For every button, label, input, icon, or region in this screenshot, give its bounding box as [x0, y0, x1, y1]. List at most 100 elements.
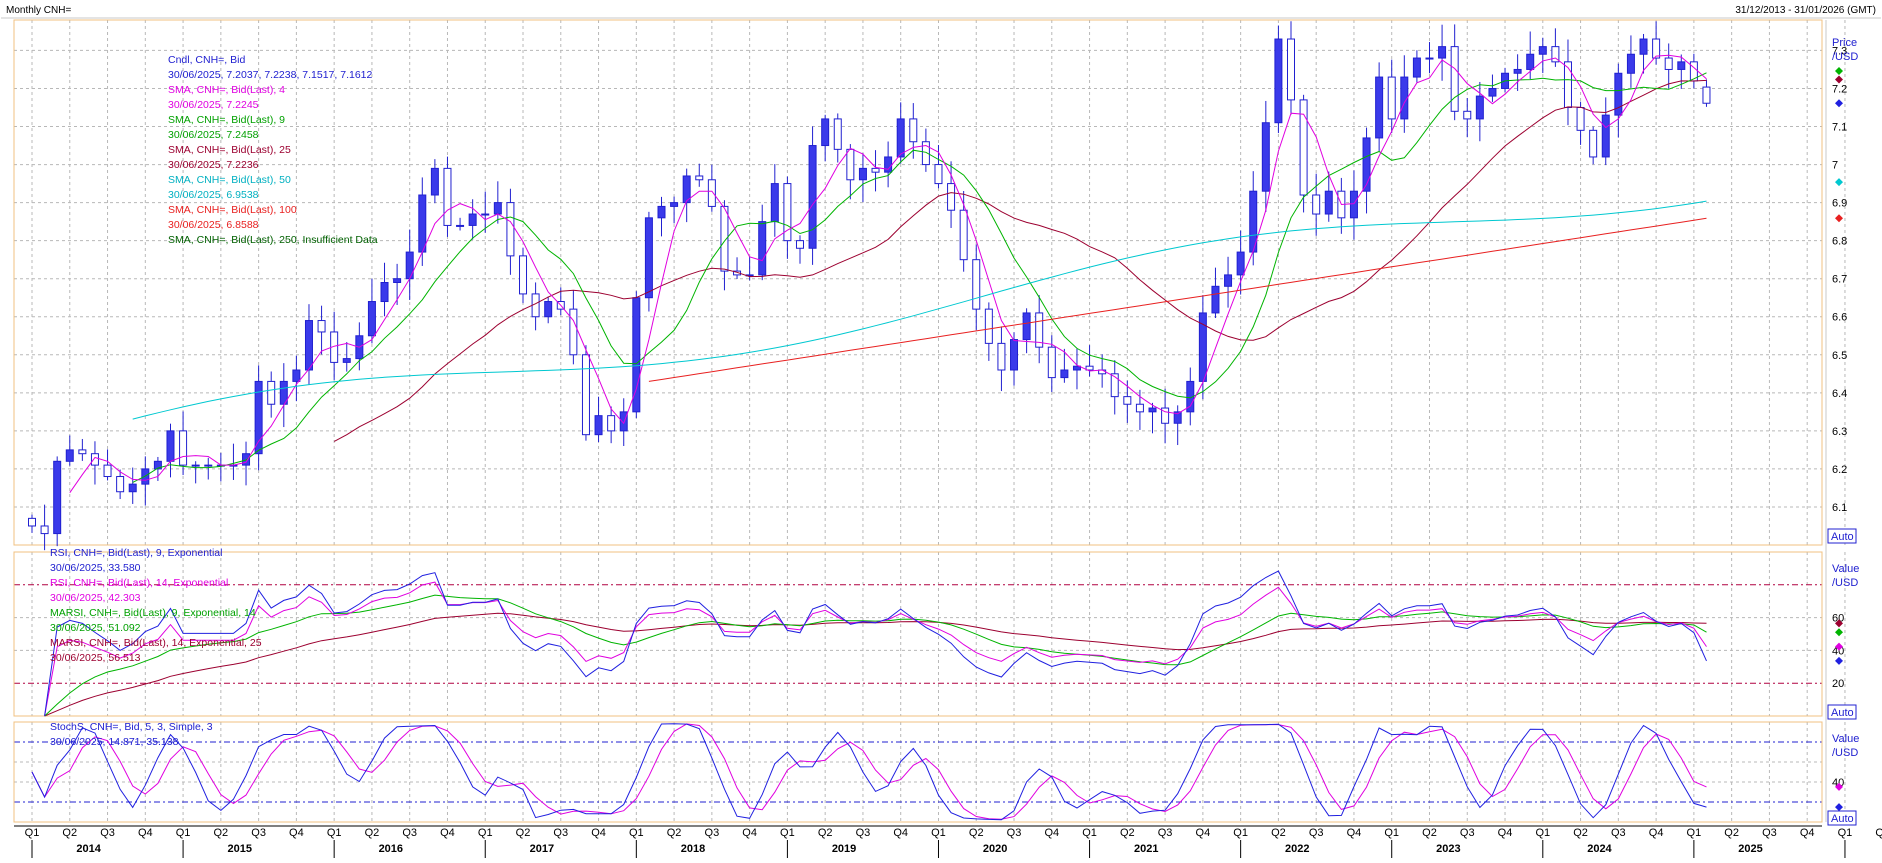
candle-body[interactable] — [1123, 396, 1132, 405]
candle-body[interactable] — [430, 167, 439, 196]
candle-body[interactable] — [896, 118, 905, 158]
candle-body[interactable] — [304, 320, 313, 371]
candle-body[interactable] — [758, 221, 767, 276]
candle-body[interactable] — [506, 202, 515, 257]
candle-body[interactable] — [1463, 110, 1472, 120]
candle-body[interactable] — [166, 430, 175, 462]
candle-body[interactable] — [65, 449, 74, 462]
candle-body[interactable] — [1639, 38, 1648, 55]
candle-body[interactable] — [858, 167, 867, 181]
candle-body[interactable] — [28, 517, 36, 527]
candle-body[interactable] — [78, 449, 87, 455]
candle-body[interactable] — [1589, 129, 1598, 158]
candle-body[interactable] — [367, 301, 376, 337]
candle-body[interactable] — [405, 251, 414, 280]
candle-body[interactable] — [1010, 339, 1019, 371]
candle-body[interactable] — [1425, 57, 1434, 60]
candle-body[interactable] — [1702, 86, 1711, 104]
candle-body[interactable] — [1652, 38, 1661, 59]
candle-body[interactable] — [909, 118, 918, 143]
stoch-auto-label[interactable]: Auto — [1831, 813, 1854, 825]
candle-body[interactable] — [53, 460, 62, 535]
candle-body[interactable] — [644, 217, 653, 299]
candle-body[interactable] — [1135, 403, 1144, 413]
candle-body[interactable] — [1022, 312, 1031, 341]
candle-body[interactable] — [1601, 114, 1610, 158]
candle-body[interactable] — [128, 483, 137, 493]
candle-body[interactable] — [292, 369, 301, 382]
candle-body[interactable] — [594, 415, 603, 436]
candle-body[interactable] — [90, 453, 99, 466]
candle-body[interactable] — [1060, 369, 1069, 379]
candle-body[interactable] — [1664, 57, 1673, 70]
candle-body[interactable] — [1312, 194, 1321, 215]
candle-body[interactable] — [418, 194, 427, 253]
candle-body[interactable] — [833, 118, 842, 150]
candle-body[interactable] — [1488, 87, 1497, 97]
rsi-auto-label[interactable]: Auto — [1831, 707, 1854, 719]
candle-body[interactable] — [456, 224, 465, 227]
candle-body[interactable] — [670, 202, 679, 207]
candle-body[interactable] — [972, 259, 981, 310]
candle-body[interactable] — [380, 282, 389, 303]
candle-body[interactable] — [1211, 285, 1220, 314]
candle-body[interactable] — [657, 205, 666, 219]
candle-body[interactable] — [116, 476, 125, 493]
candle-body[interactable] — [519, 255, 528, 295]
candle-body[interactable] — [569, 308, 578, 356]
candle-body[interactable] — [770, 183, 779, 223]
candle-body[interactable] — [1349, 190, 1358, 219]
candle-body[interactable] — [1387, 76, 1396, 120]
candle-body[interactable] — [1538, 46, 1547, 55]
candle-body[interactable] — [267, 380, 276, 405]
candle-body[interactable] — [1563, 61, 1572, 108]
candle-body[interactable] — [821, 118, 830, 147]
candle-body[interactable] — [1261, 122, 1270, 192]
candle-body[interactable] — [393, 278, 402, 283]
candle-body[interactable] — [544, 301, 553, 318]
candle-body[interactable] — [984, 308, 993, 344]
candle-body[interactable] — [468, 213, 477, 226]
candle-body[interactable] — [481, 213, 490, 216]
candle-body[interactable] — [619, 411, 628, 432]
candle-body[interactable] — [871, 167, 880, 173]
candle-body[interactable] — [204, 464, 213, 467]
candle-body[interactable] — [795, 240, 804, 249]
candle-body[interactable] — [493, 202, 502, 215]
candle-body[interactable] — [997, 342, 1006, 371]
candle-body[interactable] — [1513, 68, 1522, 74]
candle-body[interactable] — [191, 464, 200, 467]
candle-body[interactable] — [1287, 38, 1295, 101]
candle-body[interactable] — [934, 164, 943, 185]
candle-body[interactable] — [443, 167, 452, 226]
candle-body[interactable] — [1224, 274, 1233, 287]
candle-body[interactable] — [342, 358, 351, 363]
candle-body[interactable] — [179, 430, 188, 466]
candle-body[interactable] — [695, 175, 704, 181]
candle-body[interactable] — [1576, 107, 1585, 131]
candle-body[interactable] — [103, 464, 112, 478]
candle-body[interactable] — [1526, 53, 1535, 70]
candle-body[interactable] — [1450, 46, 1459, 112]
candle-body[interactable] — [1438, 46, 1447, 59]
candle-body[interactable] — [707, 179, 716, 207]
candle-body[interactable] — [1047, 346, 1056, 379]
candle-body[interactable] — [581, 354, 590, 436]
candle-body[interactable] — [1375, 76, 1384, 139]
candle-body[interactable] — [1148, 407, 1157, 413]
candle-body[interactable] — [317, 320, 326, 333]
candle-body[interactable] — [884, 156, 893, 173]
candle-body[interactable] — [1324, 190, 1333, 215]
candle-body[interactable] — [808, 145, 817, 249]
candle-body[interactable] — [959, 209, 968, 261]
candle-body[interactable] — [947, 183, 956, 211]
candle-body[interactable] — [846, 148, 855, 181]
candle-body[interactable] — [1412, 57, 1421, 78]
price-auto-label[interactable]: Auto — [1831, 531, 1854, 543]
candle-body[interactable] — [1677, 61, 1686, 70]
candle-body[interactable] — [607, 415, 616, 432]
candle-body[interactable] — [1274, 38, 1283, 124]
candle-body[interactable] — [1236, 251, 1245, 276]
candle-body[interactable] — [1626, 53, 1635, 74]
candle-body[interactable] — [40, 525, 49, 535]
